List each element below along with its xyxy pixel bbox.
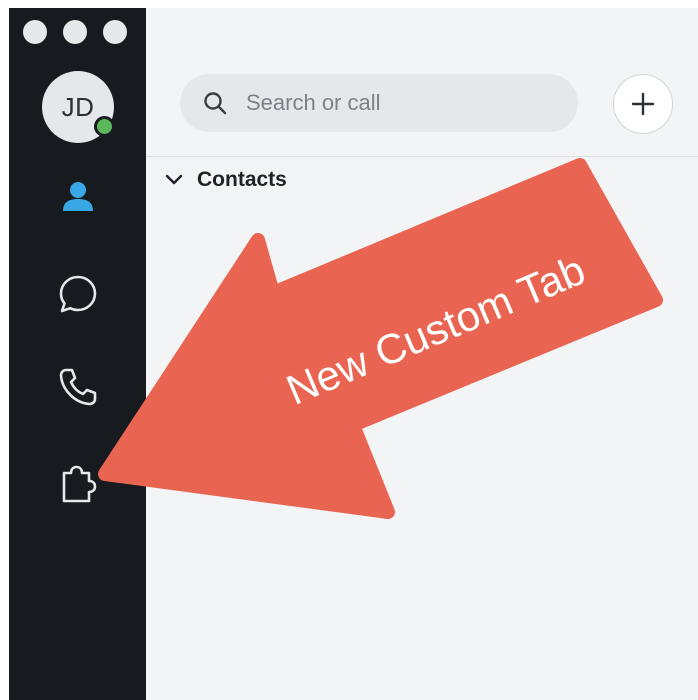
maximize-window-button[interactable] — [103, 20, 127, 44]
search-bar[interactable] — [180, 74, 578, 132]
avatar-initials: JD — [61, 91, 95, 122]
presence-indicator — [94, 116, 115, 137]
app-window: JD — [9, 8, 698, 700]
search-input[interactable] — [244, 89, 548, 117]
person-icon — [63, 182, 93, 211]
nav-contacts-tab[interactable] — [51, 170, 105, 224]
nav-chat-tab[interactable] — [51, 267, 105, 321]
phone-icon — [59, 368, 97, 406]
add-button[interactable] — [613, 74, 673, 134]
contacts-section-label: Contacts — [197, 168, 287, 191]
chat-bubble-icon — [59, 275, 97, 313]
search-icon — [204, 92, 227, 115]
main-header — [146, 8, 698, 157]
plus-icon — [631, 92, 655, 116]
contacts-section-header[interactable]: Contacts — [165, 168, 287, 192]
nav-custom-tab[interactable] — [51, 457, 105, 511]
minimize-window-button[interactable] — [63, 20, 87, 44]
nav-calls-tab[interactable] — [51, 360, 105, 414]
window-controls — [23, 20, 127, 44]
sidebar: JD — [9, 8, 146, 700]
close-window-button[interactable] — [23, 20, 47, 44]
chevron-down-icon — [165, 174, 183, 185]
puzzle-piece-icon — [62, 465, 97, 503]
